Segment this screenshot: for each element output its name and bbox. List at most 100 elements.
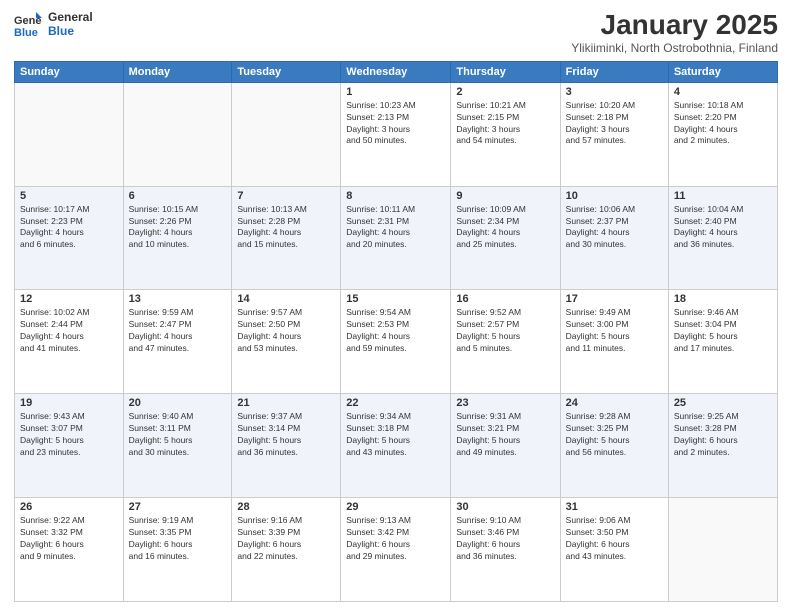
table-row: 15Sunrise: 9:54 AMSunset: 2:53 PMDayligh… <box>341 290 451 394</box>
table-row <box>232 82 341 186</box>
table-row <box>668 498 777 602</box>
header: General Blue General Blue January 2025 Y… <box>14 10 778 55</box>
table-row: 13 Sunrise: 9:59 AMSunset: 2:47 PMDayligh… <box>123 290 232 394</box>
table-row: 19 Sunrise: 9:43 AMSunset: 3:07 PMDayligh… <box>15 394 124 498</box>
day-info: Sunrise: 10:18 AMSunset: 2:20 PMDaylight… <box>674 100 772 148</box>
table-row: 17 Sunrise: 9:49 AMSunset: 3:00 PMDayligh… <box>560 290 668 394</box>
calendar-week-row: 19 Sunrise: 9:43 AMSunset: 3:07 PMDayligh… <box>15 394 778 498</box>
day-number: 14 <box>237 293 335 305</box>
day-info: Sunrise: 9:40 AMSunset: 3:11 PMDaylight:… <box>129 411 227 459</box>
day-number: 7 <box>237 190 335 202</box>
day-number: 22 <box>346 397 445 409</box>
calendar-table: Sunday Monday Tuesday Wednesday Thursday… <box>14 61 778 602</box>
col-sunday: Sunday <box>15 61 124 82</box>
day-number: 20 <box>129 397 227 409</box>
table-row: 5 Sunrise: 10:17 AMSunset: 2:23 PMDayligh… <box>15 186 124 290</box>
day-number: 2 <box>456 86 554 98</box>
table-row: 14 Sunrise: 9:57 AMSunset: 2:50 PMDayligh… <box>232 290 341 394</box>
table-row: 6 Sunrise: 10:15 AMSunset: 2:26 PMDayligh… <box>123 186 232 290</box>
day-number: 1 <box>346 86 445 98</box>
col-tuesday: Tuesday <box>232 61 341 82</box>
day-info: Sunrise: 9:13 AMSunset: 3:42 PMDaylight:… <box>346 515 445 563</box>
day-info: Sunrise: 9:34 AMSunset: 3:18 PMDaylight:… <box>346 411 445 459</box>
day-number: 10 <box>566 190 663 202</box>
day-number: 8 <box>346 190 445 202</box>
day-number: 30 <box>456 501 554 513</box>
calendar-week-row: 1 Sunrise: 10:23 AMSunset: 2:13 PMDayligh… <box>15 82 778 186</box>
month-title: January 2025 <box>571 10 778 41</box>
col-thursday: Thursday <box>451 61 560 82</box>
day-number: 21 <box>237 397 335 409</box>
table-row: 20 Sunrise: 9:40 AMSunset: 3:11 PMDayligh… <box>123 394 232 498</box>
day-info: Sunrise: 10:15 AMSunset: 2:26 PMDaylight… <box>129 204 227 252</box>
table-row: 12 Sunrise: 10:02 AMSunset: 2:44 PMDaylig… <box>15 290 124 394</box>
day-info: Sunrise: 9:43 AMSunset: 3:07 PMDaylight:… <box>20 411 118 459</box>
day-info: Sunrise: 9:31 AMSunset: 3:21 PMDaylight:… <box>456 411 554 459</box>
table-row: 31Sunrise: 9:06 AMSunset: 3:50 PMDayligh… <box>560 498 668 602</box>
table-row: 30 Sunrise: 9:10 AMSunset: 3:46 PMDayligh… <box>451 498 560 602</box>
day-info: Sunrise: 10:09 AMSunset: 2:34 PMDaylight… <box>456 204 554 252</box>
day-number: 12 <box>20 293 118 305</box>
day-number: 11 <box>674 190 772 202</box>
svg-text:Blue: Blue <box>14 27 38 38</box>
day-number: 31 <box>566 501 663 513</box>
day-info: Sunrise: 9:57 AMSunset: 2:50 PMDaylight:… <box>237 307 335 355</box>
day-number: 16 <box>456 293 554 305</box>
logo-line1: General <box>48 10 93 24</box>
table-row: 3 Sunrise: 10:20 AMSunset: 2:18 PMDayligh… <box>560 82 668 186</box>
table-row: 10 Sunrise: 10:06 AMSunset: 2:37 PMDaylig… <box>560 186 668 290</box>
calendar-week-row: 12 Sunrise: 10:02 AMSunset: 2:44 PMDaylig… <box>15 290 778 394</box>
day-info: Sunrise: 9:16 AMSunset: 3:39 PMDaylight:… <box>237 515 335 563</box>
day-number: 3 <box>566 86 663 98</box>
day-number: 27 <box>129 501 227 513</box>
day-info: Sunrise: 9:59 AMSunset: 2:47 PMDaylight:… <box>129 307 227 355</box>
day-number: 19 <box>20 397 118 409</box>
day-info: Sunrise: 9:10 AMSunset: 3:46 PMDaylight:… <box>456 515 554 563</box>
page: General Blue General Blue January 2025 Y… <box>0 0 792 612</box>
day-info: Sunrise: 9:49 AMSunset: 3:00 PMDaylight:… <box>566 307 663 355</box>
table-row: 28Sunrise: 9:16 AMSunset: 3:39 PMDayligh… <box>232 498 341 602</box>
day-number: 15 <box>346 293 445 305</box>
day-info: Sunrise: 10:11 AMSunset: 2:31 PMDaylight… <box>346 204 445 252</box>
day-number: 25 <box>674 397 772 409</box>
table-row: 22 Sunrise: 9:34 AMSunset: 3:18 PMDayligh… <box>341 394 451 498</box>
day-number: 23 <box>456 397 554 409</box>
table-row: 1 Sunrise: 10:23 AMSunset: 2:13 PMDayligh… <box>341 82 451 186</box>
day-info: Sunrise: 10:04 AMSunset: 2:40 PMDaylight… <box>674 204 772 252</box>
day-number: 9 <box>456 190 554 202</box>
day-info: Sunrise: 9:46 AMSunset: 3:04 PMDaylight:… <box>674 307 772 355</box>
day-number: 13 <box>129 293 227 305</box>
table-row: 25 Sunrise: 9:25 AMSunset: 3:28 PMDayligh… <box>668 394 777 498</box>
day-info: Sunrise: 9:25 AMSunset: 3:28 PMDaylight:… <box>674 411 772 459</box>
day-info: Sunrise: 9:28 AMSunset: 3:25 PMDaylight:… <box>566 411 663 459</box>
day-info: Sunrise: 10:23 AMSunset: 2:13 PMDaylight… <box>346 100 445 148</box>
table-row: 8 Sunrise: 10:11 AMSunset: 2:31 PMDayligh… <box>341 186 451 290</box>
title-area: January 2025 Ylikiiminki, North Ostrobot… <box>571 10 778 55</box>
day-number: 6 <box>129 190 227 202</box>
day-number: 29 <box>346 501 445 513</box>
subtitle: Ylikiiminki, North Ostrobothnia, Finland <box>571 41 778 55</box>
calendar-week-row: 26Sunrise: 9:22 AMSunset: 3:32 PMDayligh… <box>15 498 778 602</box>
day-info: Sunrise: 10:17 AMSunset: 2:23 PMDaylight… <box>20 204 118 252</box>
day-number: 5 <box>20 190 118 202</box>
table-row: 24Sunrise: 9:28 AMSunset: 3:25 PMDayligh… <box>560 394 668 498</box>
day-number: 17 <box>566 293 663 305</box>
table-row <box>123 82 232 186</box>
day-number: 26 <box>20 501 118 513</box>
table-row <box>15 82 124 186</box>
table-row: 9 Sunrise: 10:09 AMSunset: 2:34 PMDayligh… <box>451 186 560 290</box>
day-info: Sunrise: 10:02 AMSunset: 2:44 PMDaylight… <box>20 307 118 355</box>
table-row: 4Sunrise: 10:18 AMSunset: 2:20 PMDayligh… <box>668 82 777 186</box>
day-info: Sunrise: 10:13 AMSunset: 2:28 PMDaylight… <box>237 204 335 252</box>
calendar-week-row: 5 Sunrise: 10:17 AMSunset: 2:23 PMDayligh… <box>15 186 778 290</box>
day-number: 18 <box>674 293 772 305</box>
logo: General Blue General Blue <box>14 10 93 39</box>
day-info: Sunrise: 10:06 AMSunset: 2:37 PMDaylight… <box>566 204 663 252</box>
day-info: Sunrise: 10:20 AMSunset: 2:18 PMDaylight… <box>566 100 663 148</box>
calendar-body: 1 Sunrise: 10:23 AMSunset: 2:13 PMDayligh… <box>15 82 778 601</box>
day-info: Sunrise: 9:37 AMSunset: 3:14 PMDaylight:… <box>237 411 335 459</box>
col-saturday: Saturday <box>668 61 777 82</box>
table-row: 2Sunrise: 10:21 AMSunset: 2:15 PMDayligh… <box>451 82 560 186</box>
table-row: 29 Sunrise: 9:13 AMSunset: 3:42 PMDayligh… <box>341 498 451 602</box>
table-row: 27Sunrise: 9:19 AMSunset: 3:35 PMDayligh… <box>123 498 232 602</box>
